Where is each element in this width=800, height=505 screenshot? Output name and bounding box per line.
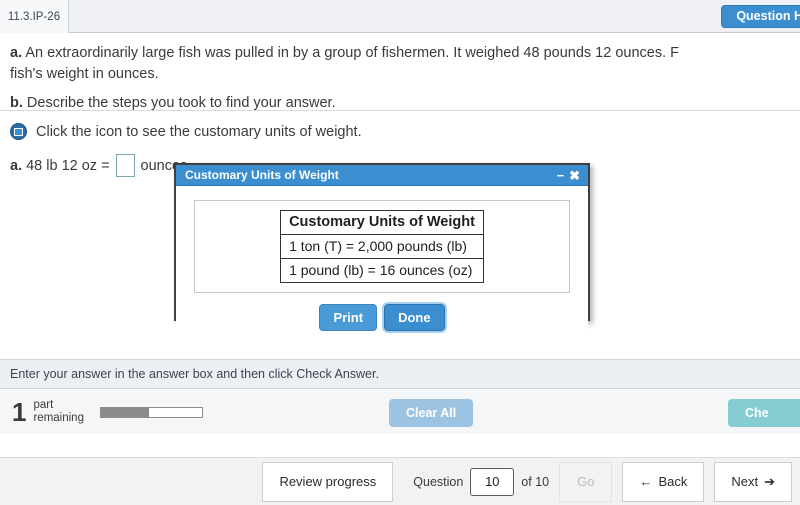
question-content: a. An extraordinarily large fish was pul… — [0, 33, 800, 177]
dialog-window-controls: − ✖ — [557, 165, 581, 186]
top-header: 11.3.IP-26 Question H — [0, 0, 800, 33]
units-row-ton: 1 ton (T) = 2,000 pounds (lb) — [280, 234, 484, 259]
done-button[interactable]: Done — [382, 302, 447, 333]
review-progress-label: Review progress — [279, 474, 377, 489]
question-number-input[interactable] — [470, 467, 515, 496]
instruction-bar: Enter your answer in the answer box and … — [0, 359, 800, 389]
units-of-weight-icon[interactable] — [10, 123, 27, 140]
customary-units-dialog: Customary Units of Weight − ✖ Customary … — [174, 163, 590, 333]
table-row: 1 pound (lb) = 16 ounces (oz) — [280, 258, 484, 283]
arrow-right-icon: ➔ — [764, 473, 775, 489]
question-help-label: Question H — [736, 9, 800, 23]
part-b-text: Describe the steps you took to find your… — [26, 95, 336, 111]
next-label: Next — [731, 474, 759, 489]
next-button[interactable]: Next ➔ — [714, 461, 792, 502]
exercise-id-tab[interactable]: 11.3.IP-26 — [0, 0, 69, 33]
bottom-navigation-bar: Review progress Question of 10 Go ← Back… — [0, 457, 800, 505]
question-total-label: of 10 — [521, 474, 550, 489]
clear-all-label: Clear All — [406, 406, 457, 420]
minimize-icon[interactable]: − — [557, 169, 565, 182]
units-icon-instruction-row[interactable]: Click the icon to see the customary unit… — [10, 123, 800, 140]
back-button[interactable]: ← Back — [622, 461, 705, 502]
parts-remaining-label-line1: part — [33, 399, 54, 411]
part-a-label: a. — [10, 45, 23, 61]
arrow-left-icon: ← — [639, 474, 653, 489]
instruction-text: Enter your answer in the answer box and … — [10, 367, 379, 381]
check-answer-button[interactable]: Che — [728, 399, 800, 427]
check-answer-label: Che — [745, 406, 769, 420]
back-label: Back — [658, 474, 688, 489]
progress-bar — [99, 406, 203, 418]
nav-controls: Review progress Question of 10 Go ← Back… — [262, 461, 792, 502]
answer-part-label: a. — [10, 157, 23, 174]
parts-remaining-label-line2: remaining — [33, 412, 84, 424]
question-nav-label: Question — [413, 474, 464, 489]
go-button[interactable]: Go — [559, 461, 613, 502]
dialog-title: Customary Units of Weight — [185, 168, 339, 182]
part-a-text-continued: fish's weight in ounces. — [10, 66, 159, 82]
part-b-label: b. — [10, 95, 23, 111]
answer-prefix: 48 lb 12 oz = — [26, 157, 110, 174]
dialog-titlebar[interactable]: Customary Units of Weight − ✖ — [176, 165, 588, 186]
exercise-id-label: 11.3.IP-26 — [7, 10, 61, 23]
question-help-button[interactable]: Question H — [721, 5, 800, 28]
table-header-row: Customary Units of Weight — [280, 210, 484, 235]
units-table-caption: Customary Units of Weight — [280, 210, 484, 235]
dialog-footer: Print Done — [194, 302, 570, 333]
question-part-a: a. An extraordinarily large fish was pul… — [10, 43, 800, 64]
exercise-player: 11.3.IP-26 Question H a. An extraordinar… — [0, 0, 800, 505]
question-navigator: Question of 10 — [403, 462, 559, 502]
parts-remaining-count: 1 — [12, 397, 27, 427]
review-progress-button[interactable]: Review progress — [262, 461, 394, 502]
units-table-container: Customary Units of Weight 1 ton (T) = 2,… — [194, 200, 570, 293]
close-icon[interactable]: ✖ — [569, 169, 580, 182]
part-a-text: An extraordinarily large fish was pulled… — [25, 45, 680, 61]
content-divider — [0, 110, 800, 111]
go-label: Go — [577, 474, 595, 489]
icon-instruction-label: Click the icon to see the customary unit… — [36, 123, 362, 140]
units-table: Customary Units of Weight 1 ton (T) = 2,… — [280, 210, 484, 283]
progress-bar-fill — [100, 407, 150, 417]
table-row: 1 ton (T) = 2,000 pounds (lb) — [280, 234, 484, 259]
question-part-a-line2: fish's weight in ounces. — [10, 64, 800, 85]
clear-all-button[interactable]: Clear All — [389, 399, 474, 427]
units-row-pound: 1 pound (lb) = 16 ounces (oz) — [280, 258, 484, 283]
print-button[interactable]: Print — [319, 304, 378, 331]
answer-input[interactable] — [115, 154, 135, 177]
parts-remaining-label: part remaining — [33, 399, 84, 425]
dialog-body: Customary Units of Weight 1 ton (T) = 2,… — [176, 186, 588, 333]
